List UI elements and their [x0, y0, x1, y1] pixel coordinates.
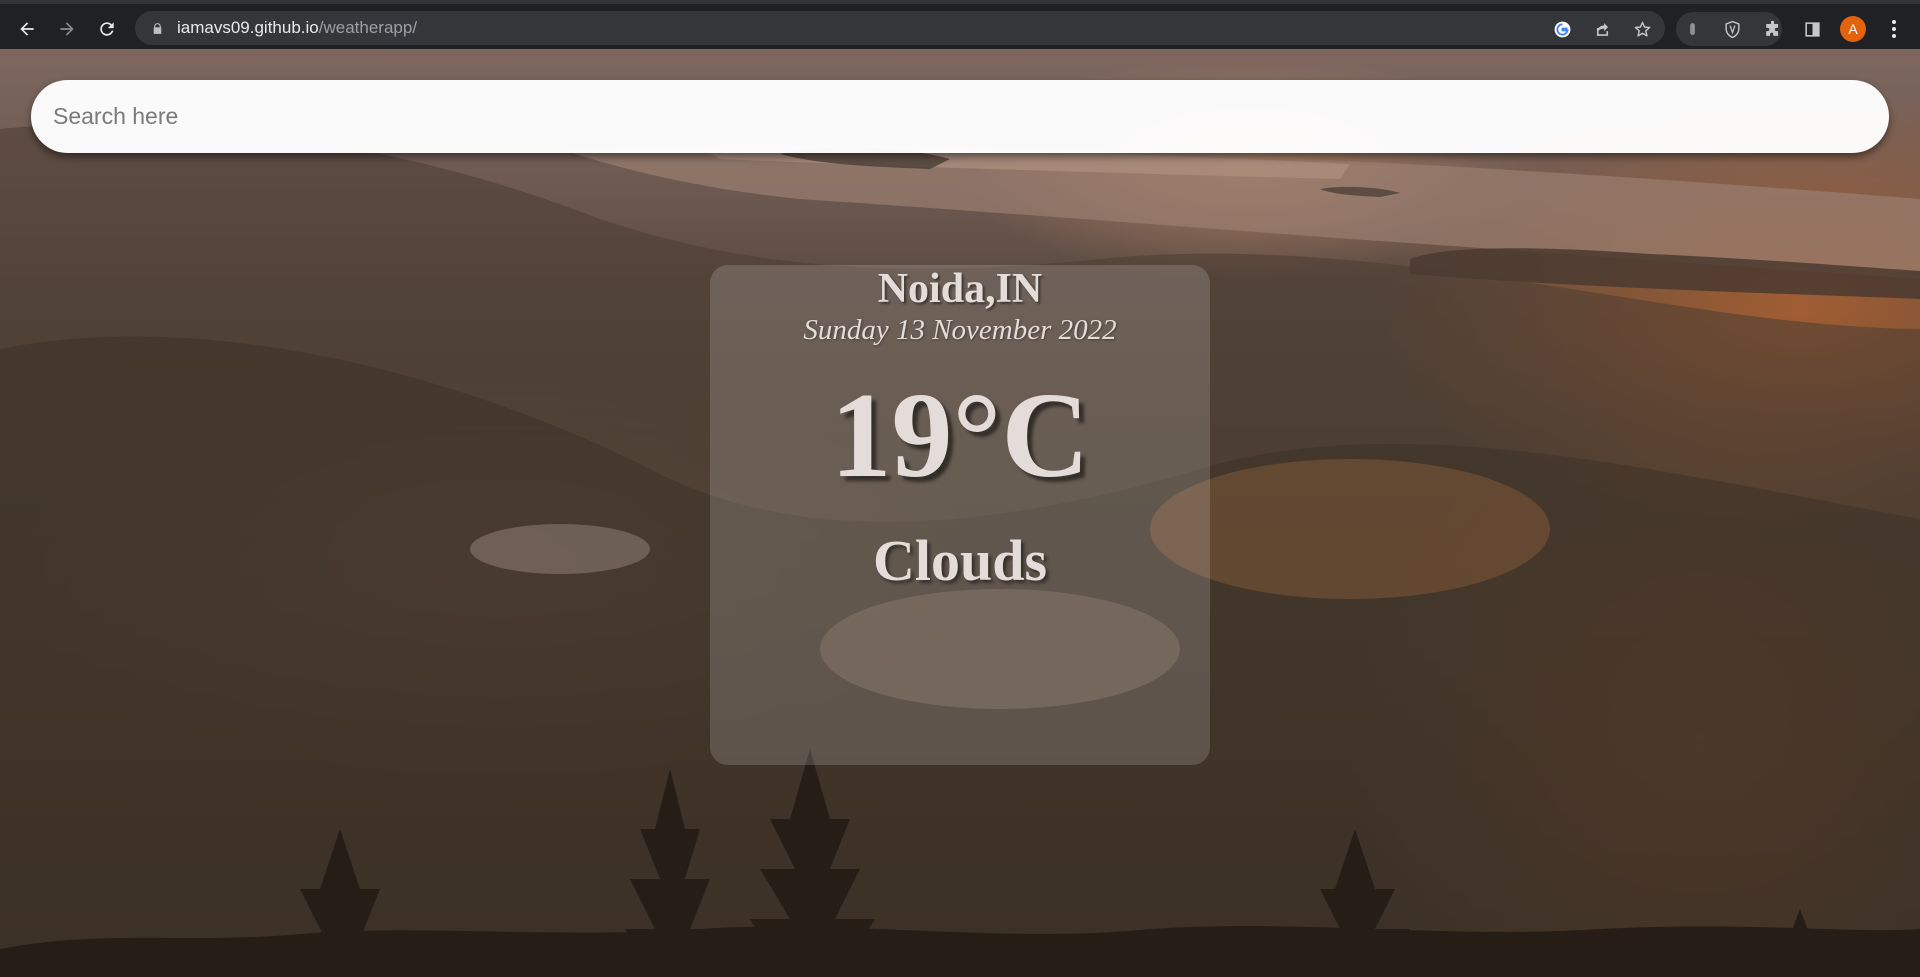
kebab-menu-icon[interactable]	[1882, 17, 1906, 41]
temperature: 19°C	[830, 368, 1090, 503]
profile-avatar[interactable]: A	[1840, 16, 1866, 42]
page-viewport: Noida,IN Sunday 13 November 2022 19°C Cl…	[0, 49, 1920, 977]
browser-toolbar: iamavs09.github.io/weatherapp/ A	[0, 0, 1920, 49]
weather-card: Noida,IN Sunday 13 November 2022 19°C Cl…	[710, 265, 1210, 765]
arrow-left-icon	[20, 22, 34, 36]
address-bar[interactable]: iamavs09.github.io/weatherapp/	[135, 11, 1665, 45]
reload-button[interactable]	[92, 14, 122, 44]
forward-button[interactable]	[52, 14, 82, 44]
side-panel-icon[interactable]	[1800, 17, 1824, 41]
url-host: iamavs09.github.io	[177, 18, 319, 37]
back-button[interactable]	[12, 14, 42, 44]
search-input[interactable]	[31, 80, 1889, 153]
url-path: /weatherapp/	[318, 18, 418, 37]
arrow-right-icon	[60, 22, 74, 36]
shield-icon[interactable]	[1720, 17, 1744, 41]
google-icon[interactable]	[1551, 18, 1573, 40]
city-name: Noida,IN	[877, 266, 1043, 312]
star-icon[interactable]	[1631, 18, 1653, 40]
share-icon[interactable]	[1591, 18, 1613, 40]
url-text: iamavs09.github.io/weatherapp/	[177, 18, 417, 38]
weather-condition: Clouds	[872, 528, 1048, 593]
extension-icon[interactable]	[1680, 17, 1704, 41]
current-date: Sunday 13 November 2022	[803, 314, 1117, 346]
reload-icon	[100, 22, 114, 36]
puzzle-icon[interactable]	[1760, 17, 1784, 41]
lock-icon[interactable]	[150, 21, 164, 35]
